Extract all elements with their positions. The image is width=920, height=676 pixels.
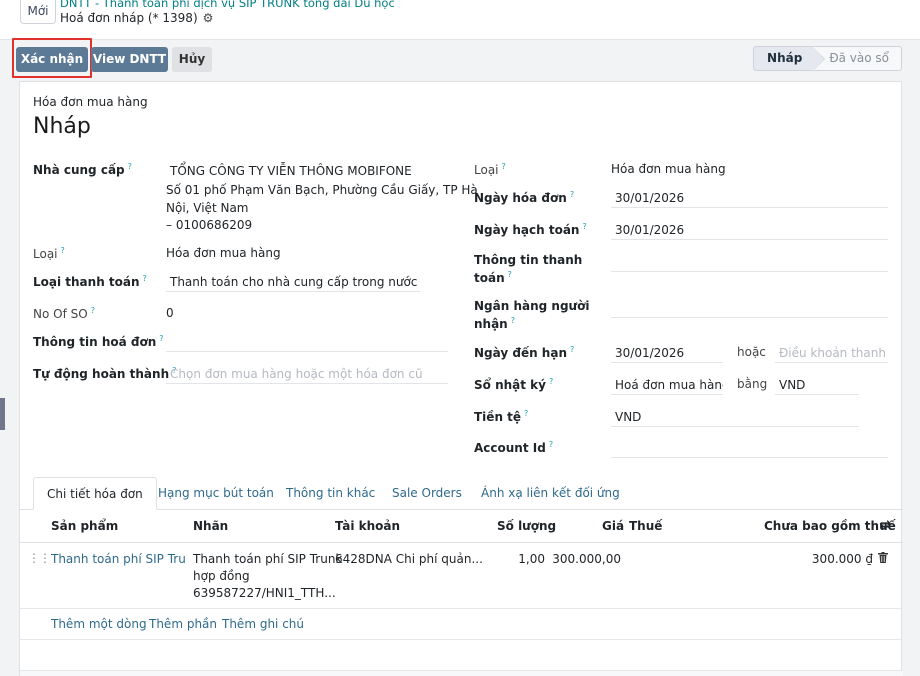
record-title-text: Hoá đơn nháp (* 1398) — [60, 11, 198, 25]
row-account[interactable]: 6428DNA Chi phí quản... — [335, 552, 483, 566]
vendor-tax-id: – 0100686209 — [166, 218, 253, 232]
add-note-link[interactable]: Thêm ghi chú — [222, 617, 304, 631]
add-section-link[interactable]: Thêm phần — [149, 617, 217, 631]
accounting-date-field[interactable]: 30/01/2026 — [611, 220, 888, 240]
type-value-left: Hóa đơn mua hàng — [166, 246, 281, 260]
vendor-address-1: Số 01 phố Phạm Văn Bạch, Phường Cầu Giấy… — [166, 183, 478, 197]
vendor-label: Nhà cung cấp? — [33, 162, 132, 177]
so-count-label: No Of SO? — [33, 306, 95, 321]
accounting-date-label: Ngày hạch toán? — [474, 222, 587, 237]
tab-invoice-lines[interactable]: Chi tiết hóa đơn — [33, 477, 157, 510]
row-label-line-2: hợp đồng — [193, 569, 250, 583]
col-price[interactable]: Giá — [602, 519, 624, 533]
tab-counterpart-mapping[interactable]: Ánh xạ liên kết đối ứng — [481, 477, 620, 510]
payment-type-field[interactable]: Thanh toán cho nhà cung cấp trong nước — [166, 272, 420, 292]
notebook-tabs: Chi tiết hóa đơn Hạng mục bút toán Thông… — [20, 477, 903, 510]
table-footer — [20, 670, 903, 676]
form-sheet: Hóa đơn mua hàng Nháp Nhà cung cấp? TỔNG… — [19, 81, 903, 676]
due-date-label: Ngày đến hạn? — [474, 345, 575, 360]
document-type: Hóa đơn mua hàng — [33, 95, 148, 109]
breadcrumb-link[interactable]: DNTT - Thanh toán phí dịch vụ SIP TRUNK … — [60, 0, 395, 10]
account-id-field[interactable] — [611, 438, 888, 458]
journal-label: Sổ nhật ký? — [474, 377, 554, 392]
type-label-right: Loại? — [474, 162, 506, 177]
journal-field[interactable]: Hoá đơn mua hàng — [611, 375, 723, 395]
status-arrow — [812, 46, 825, 72]
status-draft[interactable]: Nháp — [753, 46, 826, 72]
in-label: bằng — [737, 377, 768, 391]
payment-info-field[interactable] — [611, 252, 888, 272]
cancel-button[interactable]: Hủy — [172, 47, 212, 72]
status-draft-label: Nháp — [767, 51, 803, 65]
payment-info-label-1: Thông tin thanh — [474, 253, 583, 267]
row-label-line-1[interactable]: Thanh toán phí SIP Trunk — [193, 552, 342, 566]
payment-type-label: Loại thanh toán? — [33, 274, 147, 289]
col-subtotal[interactable]: Chưa bao gồm thuế — [764, 519, 896, 533]
confirm-highlight-box — [12, 38, 92, 78]
col-account[interactable]: Tài khoản — [335, 519, 400, 533]
row-price[interactable]: 300.000,00 — [552, 552, 621, 566]
view-dntt-button[interactable]: View DNTT — [91, 47, 168, 72]
col-product[interactable]: Sản phẩm — [51, 519, 118, 533]
row-quantity[interactable]: 1,00 — [518, 552, 545, 566]
lines-table-header: Sản phẩm Nhãn Tài khoản Số lượng Giá Thu… — [20, 510, 903, 543]
tab-journal-items[interactable]: Hạng mục bút toán — [158, 477, 274, 510]
row-subtotal: 300.000 ₫ — [811, 552, 873, 566]
invoice-date-field[interactable]: 30/01/2026 — [611, 188, 888, 208]
tab-sale-orders[interactable]: Sale Orders — [392, 477, 462, 510]
trash-icon[interactable] — [878, 552, 888, 566]
type-value-right: Hóa đơn mua hàng — [611, 162, 726, 176]
vendor-address-2: Nội, Việt Nam — [166, 201, 249, 215]
drag-handle-icon[interactable]: ⋮⋮ — [28, 551, 51, 565]
invoice-info-field[interactable] — [166, 332, 448, 352]
col-label[interactable]: Nhãn — [193, 519, 228, 533]
so-count-value: 0 — [166, 306, 174, 320]
gear-icon[interactable]: ⚙ — [203, 11, 214, 25]
add-line-row: Thêm một dòng Thêm phần Thêm ghi chú — [20, 609, 903, 640]
status-bar: Nháp Đã vào sổ — [753, 46, 902, 72]
document-state-title: Nháp — [33, 114, 91, 139]
journal-currency-field[interactable]: VND — [775, 375, 859, 395]
row-label-line-3: 639587227/HNI1_TTH... — [193, 586, 336, 600]
vendor-name[interactable]: TỔNG CÔNG TY VIỄN THÔNG MOBIFONE — [170, 164, 412, 178]
new-button[interactable]: Mới — [20, 0, 56, 24]
payment-terms-input[interactable]: Điều khoản thanh — [775, 343, 888, 363]
account-id-label: Account Id? — [474, 440, 554, 455]
status-posted[interactable]: Đã vào sổ — [812, 46, 902, 71]
col-quantity[interactable]: Số lượng — [497, 519, 556, 533]
record-title: Hoá đơn nháp (* 1398) ⚙ — [60, 11, 213, 25]
top-header: Mới DNTT - Thanh toán phí dịch vụ SIP TR… — [0, 0, 920, 40]
currency-label: Tiền tệ? — [474, 409, 529, 424]
side-scroll-indicator — [0, 398, 5, 430]
type-label-left: Loại? — [33, 246, 65, 261]
invoice-info-label: Thông tin hoá đơn? — [33, 334, 164, 349]
tab-other-info[interactable]: Thông tin khác — [286, 477, 375, 510]
col-tax[interactable]: Thuế — [629, 519, 662, 533]
bank-label-2: nhận? — [474, 316, 515, 331]
autocomplete-label: Tự động hoàn thành? — [33, 366, 177, 381]
autocomplete-input[interactable]: Chọn đơn mua hàng hoặc một hóa đơn cũ — [166, 364, 448, 384]
row-product[interactable]: Thanh toán phí SIP Trunk | — [51, 552, 187, 566]
bank-field[interactable] — [611, 298, 888, 318]
payment-info-label-2: toán? — [474, 270, 512, 285]
table-row[interactable]: ⋮⋮ Thanh toán phí SIP Trunk | Thanh toán… — [20, 543, 903, 609]
or-label: hoặc — [737, 345, 766, 359]
column-settings-icon[interactable]: ⇄ — [880, 518, 891, 533]
add-line-link[interactable]: Thêm một dòng — [51, 617, 147, 631]
bank-label-1: Ngân hàng người — [474, 299, 590, 313]
currency-field[interactable]: VND — [611, 407, 859, 427]
due-date-field[interactable]: 30/01/2026 — [611, 343, 723, 363]
invoice-date-label: Ngày hóa đơn? — [474, 190, 575, 205]
